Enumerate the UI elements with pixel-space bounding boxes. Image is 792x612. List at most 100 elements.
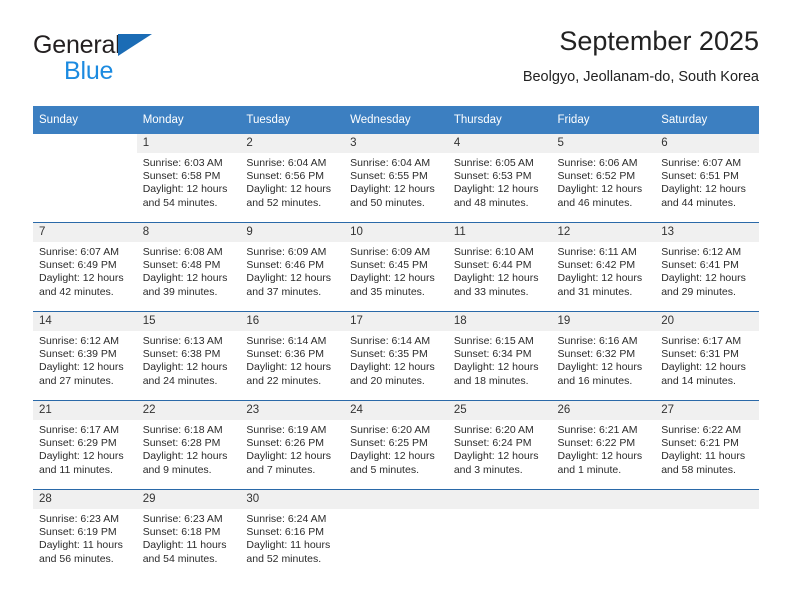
sunrise-text: Sunrise: 6:08 AM <box>142 246 223 258</box>
day-cell[interactable]: 1 Sunrise: 6:03 AM Sunset: 6:58 PM Daylight… <box>136 134 241 222</box>
daylight-text-line1: Daylight: 12 hours <box>557 361 643 374</box>
sunrise-text: Sunrise: 6:21 AM <box>557 424 638 436</box>
calendar-cell: 5 Sunrise: 6:06 AM Sunset: 6:52 PM Daylight… <box>551 134 656 223</box>
daylight-text-line1: Daylight: 12 hours <box>142 183 228 196</box>
daylight-text-line1: Daylight: 12 hours <box>39 272 124 285</box>
logo-text-general: General <box>33 31 121 59</box>
sunset-text: Sunset: 6:58 PM <box>142 170 221 183</box>
day-cell[interactable]: 27 Sunrise: 6:22 AM Sunset: 6:21 PM Dayligh… <box>655 401 759 489</box>
sunrise-text: Sunrise: 6:20 AM <box>453 424 534 436</box>
daylight-text-line1: Daylight: 12 hours <box>142 272 228 285</box>
day-cell[interactable]: 4 Sunrise: 6:05 AM Sunset: 6:53 PM Daylight… <box>447 134 552 222</box>
daylight-text-line1: Daylight: 12 hours <box>350 272 435 285</box>
sunrise-text: Sunrise: 6:06 AM <box>557 157 638 169</box>
daylight-text-line2: and 52 minutes. <box>246 196 322 209</box>
calendar-week-row: 21 Sunrise: 6:17 AM Sunset: 6:29 PM Dayligh… <box>33 400 759 490</box>
calendar-cell: 13 Sunrise: 6:12 AM Sunset: 6:41 PM Dayligh… <box>655 222 759 312</box>
day-cell[interactable]: 2 Sunrise: 6:04 AM Sunset: 6:56 PM Daylight… <box>240 134 345 222</box>
daylight-text-line2: and 29 minutes. <box>661 285 736 298</box>
daylight-text-line2: and 37 minutes. <box>246 285 322 298</box>
day-number: 6 <box>655 134 759 153</box>
day-cell[interactable]: 20 Sunrise: 6:17 AM Sunset: 6:31 PM Dayligh… <box>655 312 759 400</box>
day-cell[interactable]: 25 Sunrise: 6:20 AM Sunset: 6:24 PM Dayligh… <box>447 401 552 489</box>
day-cell[interactable]: 23 Sunrise: 6:19 AM Sunset: 6:26 PM Dayligh… <box>240 401 345 489</box>
day-number: 12 <box>551 223 656 242</box>
day-cell[interactable]: 8 Sunrise: 6:08 AM Sunset: 6:48 PM Daylight… <box>136 223 241 311</box>
sunrise-text: Sunrise: 6:04 AM <box>350 157 431 169</box>
sunrise-text: Sunrise: 6:07 AM <box>661 157 742 169</box>
day-cell[interactable]: 24 Sunrise: 6:20 AM Sunset: 6:25 PM Dayligh… <box>344 401 448 489</box>
day-details: Sunrise: 6:13 AM Sunset: 6:38 PM Daylight:… <box>137 331 241 388</box>
daylight-text-line2: and 27 minutes. <box>39 374 114 387</box>
day-number: 24 <box>344 401 448 420</box>
sunrise-text: Sunrise: 6:17 AM <box>39 424 119 436</box>
sunrise-text: Sunrise: 6:19 AM <box>246 424 327 436</box>
sunset-text: Sunset: 6:34 PM <box>453 348 532 361</box>
day-cell[interactable]: 6 Sunrise: 6:07 AM Sunset: 6:51 PM Daylight… <box>655 134 759 222</box>
daylight-text-line2: and 56 minutes. <box>39 552 114 565</box>
day-cell[interactable]: 30 Sunrise: 6:24 AM Sunset: 6:16 PM Dayligh… <box>240 490 345 578</box>
day-cell[interactable]: 13 Sunrise: 6:12 AM Sunset: 6:41 PM Dayligh… <box>655 223 759 311</box>
day-number: 28 <box>33 490 137 509</box>
day-cell[interactable]: 9 Sunrise: 6:09 AM Sunset: 6:46 PM Daylight… <box>240 223 345 311</box>
daylight-text-line1: Daylight: 12 hours <box>246 272 332 285</box>
day-cell[interactable]: 5 Sunrise: 6:06 AM Sunset: 6:52 PM Daylight… <box>551 134 656 222</box>
weekday-header-friday: Friday <box>551 106 656 134</box>
day-cell[interactable]: 17 Sunrise: 6:14 AM Sunset: 6:35 PM Dayligh… <box>344 312 448 400</box>
day-details: Sunrise: 6:15 AM Sunset: 6:34 PM Daylight:… <box>448 331 552 388</box>
day-cell[interactable]: 18 Sunrise: 6:15 AM Sunset: 6:34 PM Dayligh… <box>447 312 552 400</box>
calendar-cell: 3 Sunrise: 6:04 AM Sunset: 6:55 PM Daylight… <box>344 134 448 223</box>
calendar-week-row: 1 Sunrise: 6:03 AM Sunset: 6:58 PM Daylight… <box>33 134 759 223</box>
daylight-text-line2: and 20 minutes. <box>350 374 425 387</box>
sunset-text: Sunset: 6:26 PM <box>246 437 325 450</box>
daylight-text-line1: Daylight: 11 hours <box>142 539 227 552</box>
daylight-text-line1: Daylight: 12 hours <box>142 361 228 374</box>
day-number: 13 <box>655 223 759 242</box>
daylight-text-line2: and 48 minutes. <box>453 196 529 209</box>
daylight-text-line1: Daylight: 12 hours <box>142 450 228 463</box>
sunset-text: Sunset: 6:18 PM <box>142 526 221 539</box>
day-number: 27 <box>655 401 759 420</box>
day-cell[interactable]: 12 Sunrise: 6:11 AM Sunset: 6:42 PM Dayligh… <box>551 223 656 311</box>
day-number: 29 <box>136 490 241 509</box>
day-details: Sunrise: 6:03 AM Sunset: 6:58 PM Daylight:… <box>137 153 241 210</box>
general-blue-logo[interactable]: General Blue <box>33 31 203 89</box>
sunset-text: Sunset: 6:39 PM <box>39 348 117 361</box>
day-cell[interactable]: 21 Sunrise: 6:17 AM Sunset: 6:29 PM Dayligh… <box>33 401 137 489</box>
day-number: 15 <box>136 312 241 331</box>
calendar-cell: 8 Sunrise: 6:08 AM Sunset: 6:48 PM Daylight… <box>136 222 241 312</box>
day-cell[interactable]: 3 Sunrise: 6:04 AM Sunset: 6:55 PM Daylight… <box>344 134 448 222</box>
sunrise-text: Sunrise: 6:12 AM <box>39 335 119 347</box>
day-cell[interactable]: 16 Sunrise: 6:14 AM Sunset: 6:36 PM Dayligh… <box>240 312 345 400</box>
day-cell[interactable]: 29 Sunrise: 6:23 AM Sunset: 6:18 PM Dayligh… <box>136 490 241 578</box>
day-cell[interactable]: 28 Sunrise: 6:23 AM Sunset: 6:19 PM Dayligh… <box>33 490 137 578</box>
day-cell[interactable]: 19 Sunrise: 6:16 AM Sunset: 6:32 PM Dayligh… <box>551 312 656 400</box>
day-cell[interactable]: 14 Sunrise: 6:12 AM Sunset: 6:39 PM Dayligh… <box>33 312 137 400</box>
day-details: Sunrise: 6:04 AM Sunset: 6:56 PM Daylight:… <box>240 153 344 210</box>
sunrise-text: Sunrise: 6:13 AM <box>142 335 223 347</box>
day-details: Sunrise: 6:07 AM Sunset: 6:49 PM Daylight:… <box>33 242 137 299</box>
calendar-cell <box>344 489 448 578</box>
calendar-cell: 19 Sunrise: 6:16 AM Sunset: 6:32 PM Dayligh… <box>551 311 656 401</box>
day-cell[interactable]: 15 Sunrise: 6:13 AM Sunset: 6:38 PM Dayligh… <box>136 312 241 400</box>
day-number: 1 <box>136 134 241 153</box>
day-cell[interactable]: 22 Sunrise: 6:18 AM Sunset: 6:28 PM Dayligh… <box>136 401 241 489</box>
daylight-text-line2: and 50 minutes. <box>350 196 425 209</box>
sunset-text: Sunset: 6:31 PM <box>661 348 739 361</box>
day-cell[interactable]: 11 Sunrise: 6:10 AM Sunset: 6:44 PM Dayligh… <box>447 223 552 311</box>
sunrise-text: Sunrise: 6:14 AM <box>350 335 431 347</box>
day-cell[interactable]: 7 Sunrise: 6:07 AM Sunset: 6:49 PM Daylight… <box>33 223 137 311</box>
calendar-header-row: Sunday Monday Tuesday Wednesday Thursday… <box>33 106 759 134</box>
daylight-text-line2: and 7 minutes. <box>246 463 316 476</box>
sunrise-text: Sunrise: 6:14 AM <box>246 335 327 347</box>
page-title: September 2025 <box>559 26 759 56</box>
daylight-text-line1: Daylight: 12 hours <box>246 183 332 196</box>
daylight-text-line1: Daylight: 12 hours <box>350 361 435 374</box>
weekday-header-thursday: Thursday <box>447 106 552 134</box>
day-number: 2 <box>240 134 345 153</box>
day-cell[interactable]: 26 Sunrise: 6:21 AM Sunset: 6:22 PM Dayligh… <box>551 401 656 489</box>
day-number <box>655 490 759 509</box>
day-cell[interactable]: 10 Sunrise: 6:09 AM Sunset: 6:45 PM Dayligh… <box>344 223 448 311</box>
sunset-text: Sunset: 6:21 PM <box>661 437 739 450</box>
calendar-week-row: 14 Sunrise: 6:12 AM Sunset: 6:39 PM Dayligh… <box>33 311 759 401</box>
